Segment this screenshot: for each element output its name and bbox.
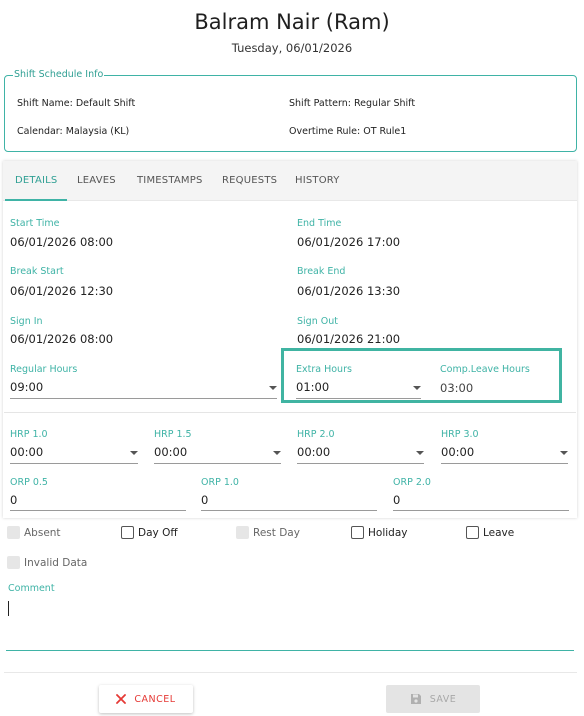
invalid-data-checkbox [7,556,20,569]
hrp-2-0-label: HRP 2.0 [297,429,335,440]
comment-label: Comment [8,583,55,594]
sign-in-label: Sign In [10,316,43,327]
day-off-label: Day Off [138,527,178,539]
sign-in-value: 06/01/2026 08:00 [10,332,114,346]
shift-schedule-legend: Shift Schedule Info [13,69,105,80]
extra-hours-select[interactable]: 01:00 [296,379,421,399]
hrp-2-0-value: 00:00 [297,445,331,459]
save-button: SAVE [386,685,480,713]
break-end-label: Break End [297,266,346,277]
comp-leave-hours-value: 03:00 [440,381,474,395]
orp-0-5-label: ORP 0.5 [10,477,48,488]
hrp-3-0-select[interactable]: 00:00 [441,444,568,464]
orp-2-0-input[interactable]: 0 [393,491,569,511]
close-icon [116,694,127,704]
orp-0-5-input[interactable]: 0 [10,491,186,511]
employee-name: Balram Nair (Ram) [194,10,390,34]
hrp-1-5-select[interactable]: 00:00 [154,444,281,464]
leave-checkbox[interactable] [466,526,479,539]
break-start-value: 06/01/2026 12:30 [10,284,114,298]
break-end-value: 06/01/2026 13:30 [297,284,401,298]
dropdown-arrow-icon [130,451,138,455]
shift-schedule-info: Shift Schedule Info Shift Name: Default … [4,69,577,152]
hrp-1-0-select[interactable]: 00:00 [10,444,138,464]
start-time-value: 06/01/2026 08:00 [10,235,114,249]
dropdown-arrow-icon [416,451,424,455]
hrp-3-0-value: 00:00 [441,445,475,459]
section-divider [4,412,576,413]
orp-1-0-input[interactable]: 0 [201,491,377,511]
invalid-data-label: Invalid Data [24,557,88,569]
tab-bar: DETAILS LEAVES TIMESTAMPS REQUESTS HISTO… [3,161,577,201]
tab-history[interactable]: HISTORY [295,175,340,186]
comp-leave-hours-label: Comp.Leave Hours [440,364,530,375]
dropdown-arrow-icon [269,386,277,390]
end-time-label: End Time [297,218,342,229]
hrp-2-0-select[interactable]: 00:00 [297,444,424,464]
overtime-rule-text: Overtime Rule: OT Rule1 [289,126,407,137]
absent-label: Absent [24,527,61,539]
hrp-1-0-label: HRP 1.0 [10,429,48,440]
hrp-1-5-value: 00:00 [154,445,188,459]
dropdown-arrow-icon [560,451,568,455]
break-start-label: Break Start [10,266,64,277]
hrp-1-0-value: 00:00 [10,445,44,459]
regular-hours-select[interactable]: 09:00 [10,379,277,399]
hrp-3-0-label: HRP 3.0 [441,429,479,440]
save-icon [410,693,422,705]
regular-hours-label: Regular Hours [10,364,78,375]
shift-pattern-text: Shift Pattern: Regular Shift [289,98,416,109]
tab-timestamps[interactable]: TIMESTAMPS [137,175,203,186]
tab-leaves[interactable]: LEAVES [77,175,116,186]
leave-label: Leave [483,527,515,539]
dropdown-arrow-icon [273,451,281,455]
absent-checkbox [7,526,20,539]
extra-hours-value: 01:00 [296,380,330,394]
holiday-checkbox[interactable] [351,526,364,539]
holiday-label: Holiday [368,527,408,539]
shift-name-text: Shift Name: Default Shift [17,98,136,109]
sign-out-value: 06/01/2026 21:00 [297,332,401,346]
dropdown-arrow-icon [413,386,421,390]
comment-textarea-underline [6,650,574,651]
rest-day-label: Rest Day [253,527,300,539]
sign-out-label: Sign Out [297,316,338,327]
hrp-1-5-label: HRP 1.5 [154,429,192,440]
orp-2-0-label: ORP 2.0 [393,477,431,488]
extra-hours-label: Extra Hours [296,364,352,375]
cancel-button[interactable]: CANCEL [99,685,193,713]
calendar-text: Calendar: Malaysia (KL) [17,126,130,137]
day-off-checkbox[interactable] [121,526,134,539]
regular-hours-value: 09:00 [10,380,44,394]
orp-1-0-label: ORP 1.0 [201,477,239,488]
tab-details[interactable]: DETAILS [15,175,57,186]
tab-requests[interactable]: REQUESTS [222,175,277,186]
comment-textarea-caret[interactable] [8,601,9,616]
schedule-date: Tuesday, 06/01/2026 [231,41,353,55]
active-tab-indicator [5,199,67,201]
footer-divider [4,672,577,673]
start-time-label: Start Time [10,218,60,229]
end-time-value: 06/01/2026 17:00 [297,235,401,249]
cancel-button-label: CANCEL [134,693,176,705]
save-button-label: SAVE [429,693,457,705]
rest-day-checkbox [236,526,249,539]
